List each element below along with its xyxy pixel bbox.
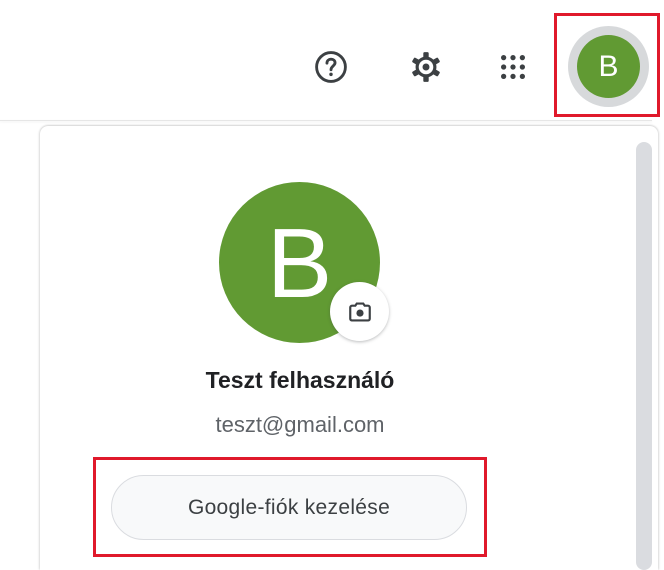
account-avatar-button[interactable]: B (568, 26, 649, 107)
change-photo-button[interactable] (330, 282, 389, 341)
user-name: Teszt felhasználó (205, 367, 395, 393)
help-circle-icon (315, 51, 347, 83)
apps-button[interactable] (487, 41, 539, 93)
header-divider (0, 120, 652, 121)
help-button[interactable] (305, 41, 357, 93)
avatar: B (577, 35, 640, 98)
gear-icon (412, 52, 440, 82)
settings-button[interactable] (400, 41, 452, 93)
top-bar: B (0, 0, 664, 118)
manage-account-button[interactable]: Google-fiók kezelése (111, 475, 467, 540)
apps-grid-icon (501, 55, 525, 79)
scrollbar-thumb[interactable] (636, 142, 652, 570)
camera-icon (348, 301, 371, 322)
user-email: teszt@gmail.com (215, 412, 385, 437)
